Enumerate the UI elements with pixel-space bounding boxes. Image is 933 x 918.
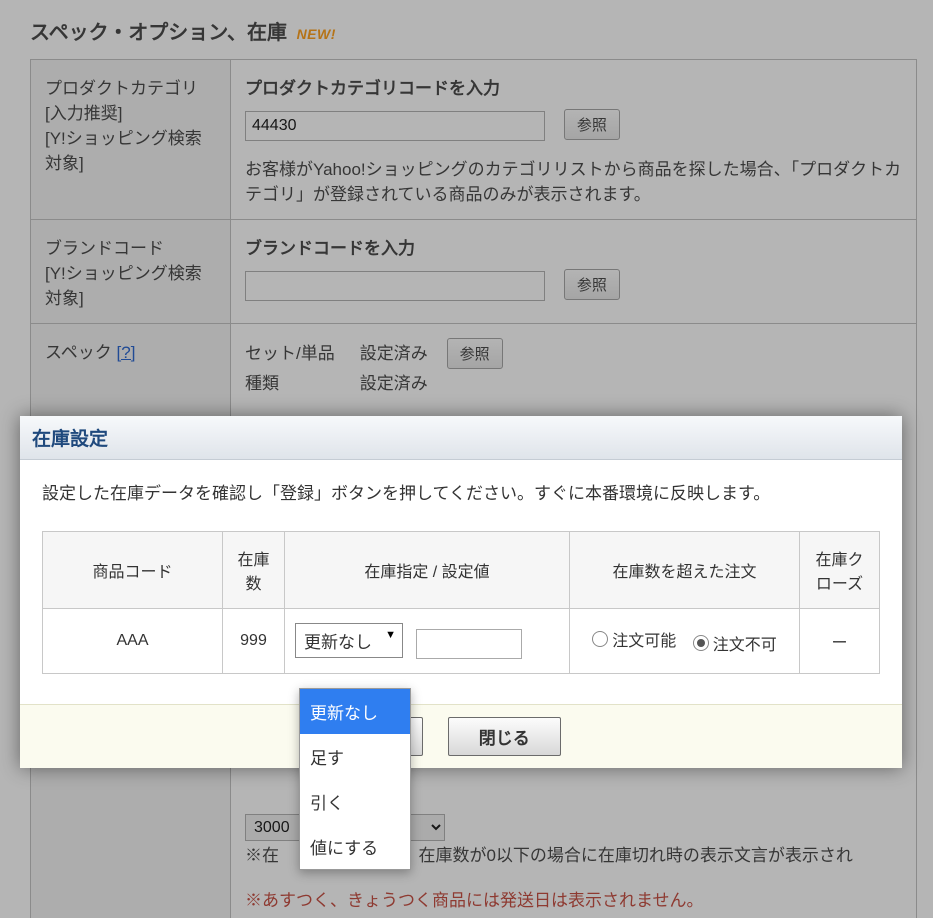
radio-allow[interactable]: 注文可能	[592, 627, 676, 651]
radio-deny-label: 注文不可	[713, 631, 777, 655]
cell-close: ー	[800, 609, 880, 674]
col-setting: 在庫指定 / 設定値	[285, 532, 570, 609]
dropdown-option[interactable]: 引く	[300, 779, 410, 824]
dropdown-option[interactable]: 値にする	[300, 824, 410, 869]
col-code: 商品コード	[43, 532, 223, 609]
col-close: 在庫クローズ	[800, 532, 880, 609]
modal-header: 在庫設定	[20, 416, 902, 460]
radio-deny[interactable]: 注文不可	[693, 631, 777, 655]
stock-row: AAA 999 更新なし 注文可能	[43, 609, 880, 674]
stock-table: 商品コード 在庫数 在庫指定 / 設定値 在庫数を超えた注文 在庫クローズ AA…	[42, 531, 880, 674]
radio-icon	[693, 635, 709, 651]
dropdown-option[interactable]: 足す	[300, 734, 410, 779]
modal-footer: 登ぶ 閉じる	[20, 704, 902, 768]
modal-title: 在庫設定	[32, 429, 108, 450]
update-mode-dropdown: 更新なし 足す 引く 値にする	[299, 688, 411, 870]
update-mode-value: 更新なし	[304, 633, 372, 652]
col-qty: 在庫数	[223, 532, 285, 609]
update-mode-select[interactable]: 更新なし	[295, 623, 403, 658]
radio-icon	[592, 631, 608, 647]
cell-code: AAA	[43, 609, 223, 674]
stock-modal: 在庫設定 設定した在庫データを確認し「登録」ボタンを押してください。すぐに本番環…	[20, 416, 902, 768]
cell-qty: 999	[223, 609, 285, 674]
modal-desc: 設定した在庫データを確認し「登録」ボタンを押してください。すぐに本番環境に反映し…	[42, 480, 880, 507]
set-value-input[interactable]	[416, 629, 522, 659]
radio-allow-label: 注文可能	[612, 627, 676, 651]
col-over: 在庫数を超えた注文	[570, 532, 800, 609]
close-button[interactable]: 閉じる	[448, 717, 561, 756]
dropdown-option[interactable]: 更新なし	[300, 689, 410, 734]
